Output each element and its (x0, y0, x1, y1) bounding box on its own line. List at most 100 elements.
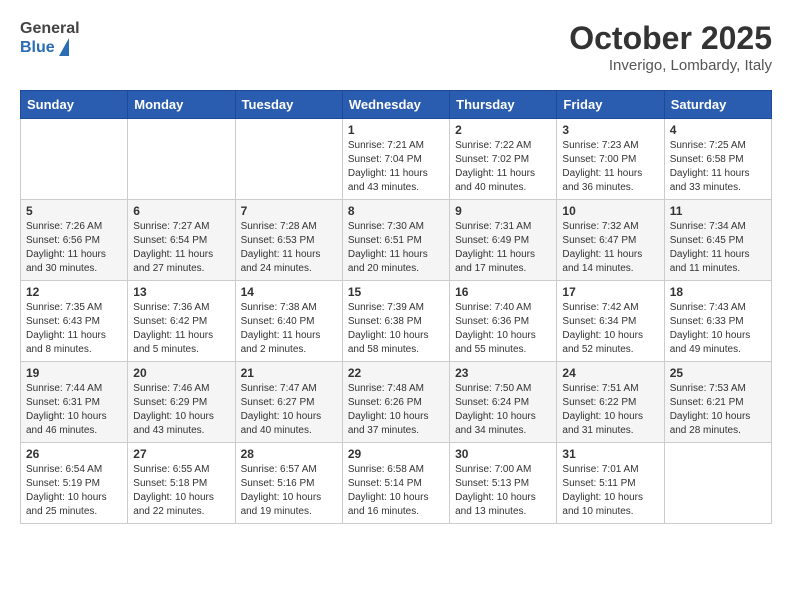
calendar-header-row: SundayMondayTuesdayWednesdayThursdayFrid… (21, 91, 772, 119)
cell-content: Sunrise: 7:22 AMSunset: 7:02 PMDaylight:… (455, 139, 551, 195)
day-number: 25 (670, 366, 766, 380)
location: Inverigo, Lombardy, Italy (569, 57, 772, 74)
day-number: 8 (348, 204, 444, 218)
day-number: 26 (26, 447, 122, 461)
calendar-cell: 3 Sunrise: 7:23 AMSunset: 7:00 PMDaylight… (557, 119, 664, 200)
cell-content: Sunrise: 7:38 AMSunset: 6:40 PMDaylight:… (241, 301, 337, 357)
cell-content: Sunrise: 7:27 AMSunset: 6:54 PMDaylight:… (133, 220, 229, 276)
calendar-cell: 20 Sunrise: 7:46 AMSunset: 6:29 PMDayligh… (128, 362, 235, 443)
day-number: 1 (348, 123, 444, 137)
logo-general: General (20, 20, 80, 38)
cell-content: Sunrise: 7:47 AMSunset: 6:27 PMDaylight:… (241, 382, 337, 438)
calendar-cell: 15 Sunrise: 7:39 AMSunset: 6:38 PMDayligh… (342, 281, 449, 362)
calendar-week-row: 5 Sunrise: 7:26 AMSunset: 6:56 PMDaylight… (21, 200, 772, 281)
day-number: 22 (348, 366, 444, 380)
calendar-week-row: 19Sunrise: 7:44 AMSunset: 6:31 PMDayligh… (21, 362, 772, 443)
calendar-cell: 9 Sunrise: 7:31 AMSunset: 6:49 PMDaylight… (450, 200, 557, 281)
day-number: 20 (133, 366, 229, 380)
day-number: 15 (348, 285, 444, 299)
calendar-cell (664, 443, 771, 524)
calendar-week-row: 26Sunrise: 6:54 AMSunset: 5:19 PMDayligh… (21, 443, 772, 524)
cell-content: Sunrise: 7:32 AMSunset: 6:47 PMDaylight:… (562, 220, 658, 276)
calendar-cell: 24Sunrise: 7:51 AMSunset: 6:22 PMDayligh… (557, 362, 664, 443)
cell-content: Sunrise: 7:51 AMSunset: 6:22 PMDaylight:… (562, 382, 658, 438)
calendar-cell: 7 Sunrise: 7:28 AMSunset: 6:53 PMDaylight… (235, 200, 342, 281)
cell-content: Sunrise: 7:39 AMSunset: 6:38 PMDaylight:… (348, 301, 444, 357)
calendar-cell: 29Sunrise: 6:58 AMSunset: 5:14 PMDayligh… (342, 443, 449, 524)
day-number: 6 (133, 204, 229, 218)
cell-content: Sunrise: 7:21 AMSunset: 7:04 PMDaylight:… (348, 139, 444, 195)
calendar-cell: 10Sunrise: 7:32 AMSunset: 6:47 PMDayligh… (557, 200, 664, 281)
logo-triangle-icon (59, 38, 69, 56)
cell-content: Sunrise: 7:26 AMSunset: 6:56 PMDaylight:… (26, 220, 122, 276)
calendar-cell (128, 119, 235, 200)
day-number: 29 (348, 447, 444, 461)
cell-content: Sunrise: 7:28 AMSunset: 6:53 PMDaylight:… (241, 220, 337, 276)
calendar-cell: 22 Sunrise: 7:48 AMSunset: 6:26 PMDayligh… (342, 362, 449, 443)
calendar-cell: 1 Sunrise: 7:21 AMSunset: 7:04 PMDaylight… (342, 119, 449, 200)
calendar-cell: 5 Sunrise: 7:26 AMSunset: 6:56 PMDaylight… (21, 200, 128, 281)
day-number: 9 (455, 204, 551, 218)
calendar-cell: 27Sunrise: 6:55 AMSunset: 5:18 PMDayligh… (128, 443, 235, 524)
calendar-cell: 21 Sunrise: 7:47 AMSunset: 6:27 PMDayligh… (235, 362, 342, 443)
day-number: 2 (455, 123, 551, 137)
cell-content: Sunrise: 7:48 AMSunset: 6:26 PMDaylight:… (348, 382, 444, 438)
cell-content: Sunrise: 7:30 AMSunset: 6:51 PMDaylight:… (348, 220, 444, 276)
cell-content: Sunrise: 7:35 AMSunset: 6:43 PMDaylight:… (26, 301, 122, 357)
day-header-wednesday: Wednesday (342, 91, 449, 119)
calendar-cell: 28 Sunrise: 6:57 AMSunset: 5:16 PMDayligh… (235, 443, 342, 524)
day-number: 3 (562, 123, 658, 137)
day-number: 21 (241, 366, 337, 380)
calendar-cell (21, 119, 128, 200)
logo-blue: Blue (20, 39, 55, 57)
calendar-cell: 11Sunrise: 7:34 AMSunset: 6:45 PMDayligh… (664, 200, 771, 281)
calendar-cell: 25 Sunrise: 7:53 AMSunset: 6:21 PMDayligh… (664, 362, 771, 443)
calendar-cell (235, 119, 342, 200)
calendar-cell: 13Sunrise: 7:36 AMSunset: 6:42 PMDayligh… (128, 281, 235, 362)
calendar-cell: 16 Sunrise: 7:40 AMSunset: 6:36 PMDayligh… (450, 281, 557, 362)
calendar-week-row: 1 Sunrise: 7:21 AMSunset: 7:04 PMDaylight… (21, 119, 772, 200)
cell-content: Sunrise: 7:46 AMSunset: 6:29 PMDaylight:… (133, 382, 229, 438)
cell-content: Sunrise: 7:31 AMSunset: 6:49 PMDaylight:… (455, 220, 551, 276)
calendar-cell: 23 Sunrise: 7:50 AMSunset: 6:24 PMDayligh… (450, 362, 557, 443)
day-number: 14 (241, 285, 337, 299)
calendar-week-row: 12Sunrise: 7:35 AMSunset: 6:43 PMDayligh… (21, 281, 772, 362)
calendar-cell: 6 Sunrise: 7:27 AMSunset: 6:54 PMDaylight… (128, 200, 235, 281)
title-area: October 2025 Inverigo, Lombardy, Italy (569, 20, 772, 74)
day-number: 31 (562, 447, 658, 461)
calendar-cell: 19Sunrise: 7:44 AMSunset: 6:31 PMDayligh… (21, 362, 128, 443)
cell-content: Sunrise: 6:57 AMSunset: 5:16 PMDaylight:… (241, 463, 337, 519)
day-number: 30 (455, 447, 551, 461)
cell-content: Sunrise: 7:23 AMSunset: 7:00 PMDaylight:… (562, 139, 658, 195)
day-number: 18 (670, 285, 766, 299)
day-header-monday: Monday (128, 91, 235, 119)
cell-content: Sunrise: 7:36 AMSunset: 6:42 PMDaylight:… (133, 301, 229, 357)
day-number: 7 (241, 204, 337, 218)
day-header-thursday: Thursday (450, 91, 557, 119)
cell-content: Sunrise: 7:50 AMSunset: 6:24 PMDaylight:… (455, 382, 551, 438)
day-number: 23 (455, 366, 551, 380)
logo: General Blue (20, 20, 80, 58)
day-header-tuesday: Tuesday (235, 91, 342, 119)
calendar-cell: 17 Sunrise: 7:42 AMSunset: 6:34 PMDayligh… (557, 281, 664, 362)
calendar-cell: 2 Sunrise: 7:22 AMSunset: 7:02 PMDaylight… (450, 119, 557, 200)
cell-content: Sunrise: 7:42 AMSunset: 6:34 PMDaylight:… (562, 301, 658, 357)
cell-content: Sunrise: 7:40 AMSunset: 6:36 PMDaylight:… (455, 301, 551, 357)
day-number: 5 (26, 204, 122, 218)
calendar-cell: 18 Sunrise: 7:43 AMSunset: 6:33 PMDayligh… (664, 281, 771, 362)
calendar-cell: 4Sunrise: 7:25 AMSunset: 6:58 PMDaylight… (664, 119, 771, 200)
calendar-cell: 8 Sunrise: 7:30 AMSunset: 6:51 PMDaylight… (342, 200, 449, 281)
calendar-cell: 31Sunrise: 7:01 AMSunset: 5:11 PMDayligh… (557, 443, 664, 524)
cell-content: Sunrise: 7:44 AMSunset: 6:31 PMDaylight:… (26, 382, 122, 438)
day-number: 28 (241, 447, 337, 461)
cell-content: Sunrise: 7:53 AMSunset: 6:21 PMDaylight:… (670, 382, 766, 438)
day-number: 27 (133, 447, 229, 461)
day-header-friday: Friday (557, 91, 664, 119)
cell-content: Sunrise: 7:43 AMSunset: 6:33 PMDaylight:… (670, 301, 766, 357)
day-number: 11 (670, 204, 766, 218)
day-number: 4 (670, 123, 766, 137)
calendar-cell: 12Sunrise: 7:35 AMSunset: 6:43 PMDayligh… (21, 281, 128, 362)
day-number: 17 (562, 285, 658, 299)
day-header-sunday: Sunday (21, 91, 128, 119)
day-number: 16 (455, 285, 551, 299)
